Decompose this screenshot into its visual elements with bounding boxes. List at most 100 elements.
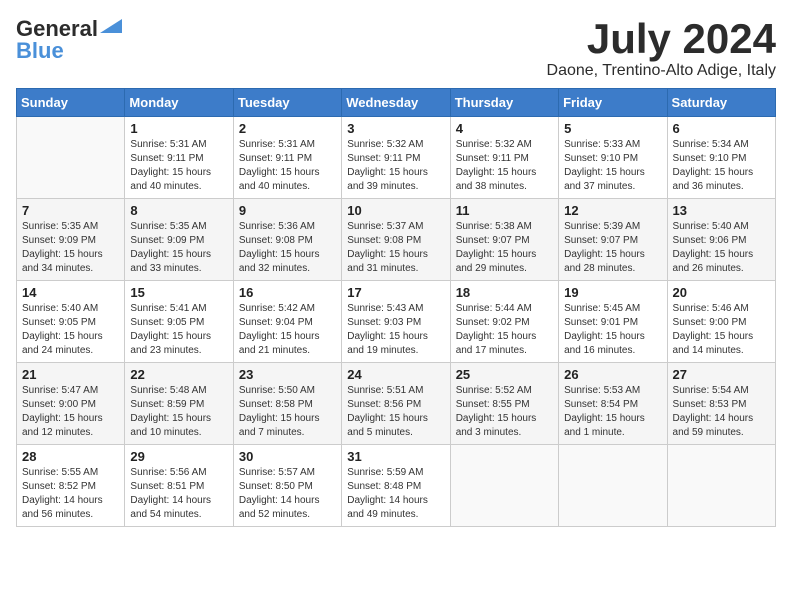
day-number: 28	[22, 449, 119, 464]
week-row-4: 21 Sunrise: 5:47 AM Sunset: 9:00 PM Dayli…	[17, 363, 776, 445]
calendar-cell: 12Sunrise: 5:39 AM Sunset: 9:07 PM Dayli…	[559, 199, 667, 281]
weekday-header-sunday: Sunday	[17, 89, 125, 117]
day-info: Sunrise: 5:50 AM Sunset: 8:58 PM Dayligh…	[239, 384, 336, 440]
day-info: Sunrise: 5:43 AM Sunset: 9:03 PM Dayligh…	[347, 302, 444, 358]
day-info: Sunrise: 5:39 AM Sunset: 9:07 PM Dayligh…	[564, 220, 661, 276]
day-info: Sunrise: 5:40 AM Sunset: 9:05 PM Dayligh…	[22, 302, 119, 358]
weekday-header-monday: Monday	[125, 89, 233, 117]
calendar-cell: 24 Sunrise: 5:51 AM Sunset: 8:56 PM Dayli…	[342, 363, 450, 445]
day-number: 6	[673, 121, 770, 136]
logo-icon	[100, 19, 122, 33]
day-number: 14	[22, 285, 119, 300]
day-number: 22	[130, 367, 227, 382]
day-info: Sunrise: 5:52 AM Sunset: 8:55 PM Dayligh…	[456, 384, 553, 440]
title-area: July 2024 Daone, Trentino-Alto Adige, It…	[547, 16, 776, 80]
weekday-header-row: SundayMondayTuesdayWednesdayThursdayFrid…	[17, 89, 776, 117]
day-info: Sunrise: 5:35 AM Sunset: 9:09 PM Dayligh…	[130, 220, 227, 276]
day-info: Sunrise: 5:34 AM Sunset: 9:10 PM Dayligh…	[673, 138, 770, 194]
calendar-cell: 7Sunrise: 5:35 AM Sunset: 9:09 PM Daylig…	[17, 199, 125, 281]
day-number: 27	[673, 367, 770, 382]
day-info: Sunrise: 5:31 AM Sunset: 9:11 PM Dayligh…	[130, 138, 227, 194]
day-number: 17	[347, 285, 444, 300]
day-number: 1	[130, 121, 227, 136]
day-info: Sunrise: 5:40 AM Sunset: 9:06 PM Dayligh…	[673, 220, 770, 276]
day-info: Sunrise: 5:38 AM Sunset: 9:07 PM Dayligh…	[456, 220, 553, 276]
day-number: 16	[239, 285, 336, 300]
calendar-cell: 27 Sunrise: 5:54 AM Sunset: 8:53 PM Dayli…	[667, 363, 775, 445]
day-info: Sunrise: 5:46 AM Sunset: 9:00 PM Dayligh…	[673, 302, 770, 358]
logo-blue: Blue	[16, 38, 64, 64]
calendar-cell: 17 Sunrise: 5:43 AM Sunset: 9:03 PM Dayli…	[342, 281, 450, 363]
calendar-cell: 1 Sunrise: 5:31 AM Sunset: 9:11 PM Daylig…	[125, 117, 233, 199]
calendar-cell: 2 Sunrise: 5:31 AM Sunset: 9:11 PM Daylig…	[233, 117, 341, 199]
day-info: Sunrise: 5:54 AM Sunset: 8:53 PM Dayligh…	[673, 384, 770, 440]
day-number: 13	[673, 203, 770, 218]
calendar-cell: 28Sunrise: 5:55 AM Sunset: 8:52 PM Dayli…	[17, 445, 125, 527]
day-number: 3	[347, 121, 444, 136]
day-info: Sunrise: 5:45 AM Sunset: 9:01 PM Dayligh…	[564, 302, 661, 358]
day-number: 10	[347, 203, 444, 218]
day-info: Sunrise: 5:35 AM Sunset: 9:09 PM Dayligh…	[22, 220, 119, 276]
day-number: 26	[564, 367, 661, 382]
week-row-1: 1 Sunrise: 5:31 AM Sunset: 9:11 PM Daylig…	[17, 117, 776, 199]
week-row-3: 14 Sunrise: 5:40 AM Sunset: 9:05 PM Dayli…	[17, 281, 776, 363]
calendar-cell: 23 Sunrise: 5:50 AM Sunset: 8:58 PM Dayli…	[233, 363, 341, 445]
day-number: 18	[456, 285, 553, 300]
calendar-cell: 8Sunrise: 5:35 AM Sunset: 9:09 PM Daylig…	[125, 199, 233, 281]
day-number: 25	[456, 367, 553, 382]
calendar-cell: 3 Sunrise: 5:32 AM Sunset: 9:11 PM Daylig…	[342, 117, 450, 199]
day-info: Sunrise: 5:32 AM Sunset: 9:11 PM Dayligh…	[347, 138, 444, 194]
calendar-cell: 16Sunrise: 5:42 AM Sunset: 9:04 PM Dayli…	[233, 281, 341, 363]
day-info: Sunrise: 5:32 AM Sunset: 9:11 PM Dayligh…	[456, 138, 553, 194]
calendar-cell: 19 Sunrise: 5:45 AM Sunset: 9:01 PM Dayli…	[559, 281, 667, 363]
day-number: 24	[347, 367, 444, 382]
location-subtitle: Daone, Trentino-Alto Adige, Italy	[547, 62, 776, 80]
day-info: Sunrise: 5:51 AM Sunset: 8:56 PM Dayligh…	[347, 384, 444, 440]
day-number: 23	[239, 367, 336, 382]
calendar-cell: 26 Sunrise: 5:53 AM Sunset: 8:54 PM Dayli…	[559, 363, 667, 445]
day-number: 5	[564, 121, 661, 136]
day-info: Sunrise: 5:48 AM Sunset: 8:59 PM Dayligh…	[130, 384, 227, 440]
calendar-table: SundayMondayTuesdayWednesdayThursdayFrid…	[16, 88, 776, 527]
day-info: Sunrise: 5:44 AM Sunset: 9:02 PM Dayligh…	[456, 302, 553, 358]
day-number: 29	[130, 449, 227, 464]
day-number: 15	[130, 285, 227, 300]
calendar-body: 1 Sunrise: 5:31 AM Sunset: 9:11 PM Daylig…	[17, 117, 776, 527]
day-number: 21	[22, 367, 119, 382]
calendar-cell: 18 Sunrise: 5:44 AM Sunset: 9:02 PM Dayli…	[450, 281, 558, 363]
weekday-header-friday: Friday	[559, 89, 667, 117]
calendar-cell: 30Sunrise: 5:57 AM Sunset: 8:50 PM Dayli…	[233, 445, 341, 527]
day-info: Sunrise: 5:47 AM Sunset: 9:00 PM Dayligh…	[22, 384, 119, 440]
calendar-cell: 10 Sunrise: 5:37 AM Sunset: 9:08 PM Dayli…	[342, 199, 450, 281]
day-number: 4	[456, 121, 553, 136]
calendar-cell: 15 Sunrise: 5:41 AM Sunset: 9:05 PM Dayli…	[125, 281, 233, 363]
calendar-cell: 25 Sunrise: 5:52 AM Sunset: 8:55 PM Dayli…	[450, 363, 558, 445]
month-title: July 2024	[547, 16, 776, 62]
calendar-cell: 31 Sunrise: 5:59 AM Sunset: 8:48 PM Dayli…	[342, 445, 450, 527]
day-info: Sunrise: 5:59 AM Sunset: 8:48 PM Dayligh…	[347, 466, 444, 522]
day-info: Sunrise: 5:31 AM Sunset: 9:11 PM Dayligh…	[239, 138, 336, 194]
header: General Blue July 2024 Daone, Trentino-A…	[16, 16, 776, 80]
calendar-cell: 11 Sunrise: 5:38 AM Sunset: 9:07 PM Dayli…	[450, 199, 558, 281]
calendar-cell: 21 Sunrise: 5:47 AM Sunset: 9:00 PM Dayli…	[17, 363, 125, 445]
calendar-cell: 20Sunrise: 5:46 AM Sunset: 9:00 PM Dayli…	[667, 281, 775, 363]
calendar-cell: 14 Sunrise: 5:40 AM Sunset: 9:05 PM Dayli…	[17, 281, 125, 363]
day-info: Sunrise: 5:37 AM Sunset: 9:08 PM Dayligh…	[347, 220, 444, 276]
day-number: 31	[347, 449, 444, 464]
day-number: 2	[239, 121, 336, 136]
week-row-2: 7Sunrise: 5:35 AM Sunset: 9:09 PM Daylig…	[17, 199, 776, 281]
day-info: Sunrise: 5:41 AM Sunset: 9:05 PM Dayligh…	[130, 302, 227, 358]
calendar-cell: 13 Sunrise: 5:40 AM Sunset: 9:06 PM Dayli…	[667, 199, 775, 281]
calendar-cell	[450, 445, 558, 527]
weekday-header-tuesday: Tuesday	[233, 89, 341, 117]
day-number: 11	[456, 203, 553, 218]
weekday-header-thursday: Thursday	[450, 89, 558, 117]
day-number: 19	[564, 285, 661, 300]
calendar-cell	[559, 445, 667, 527]
calendar-cell: 22 Sunrise: 5:48 AM Sunset: 8:59 PM Dayli…	[125, 363, 233, 445]
day-number: 9	[239, 203, 336, 218]
day-info: Sunrise: 5:53 AM Sunset: 8:54 PM Dayligh…	[564, 384, 661, 440]
day-info: Sunrise: 5:33 AM Sunset: 9:10 PM Dayligh…	[564, 138, 661, 194]
day-info: Sunrise: 5:36 AM Sunset: 9:08 PM Dayligh…	[239, 220, 336, 276]
week-row-5: 28Sunrise: 5:55 AM Sunset: 8:52 PM Dayli…	[17, 445, 776, 527]
